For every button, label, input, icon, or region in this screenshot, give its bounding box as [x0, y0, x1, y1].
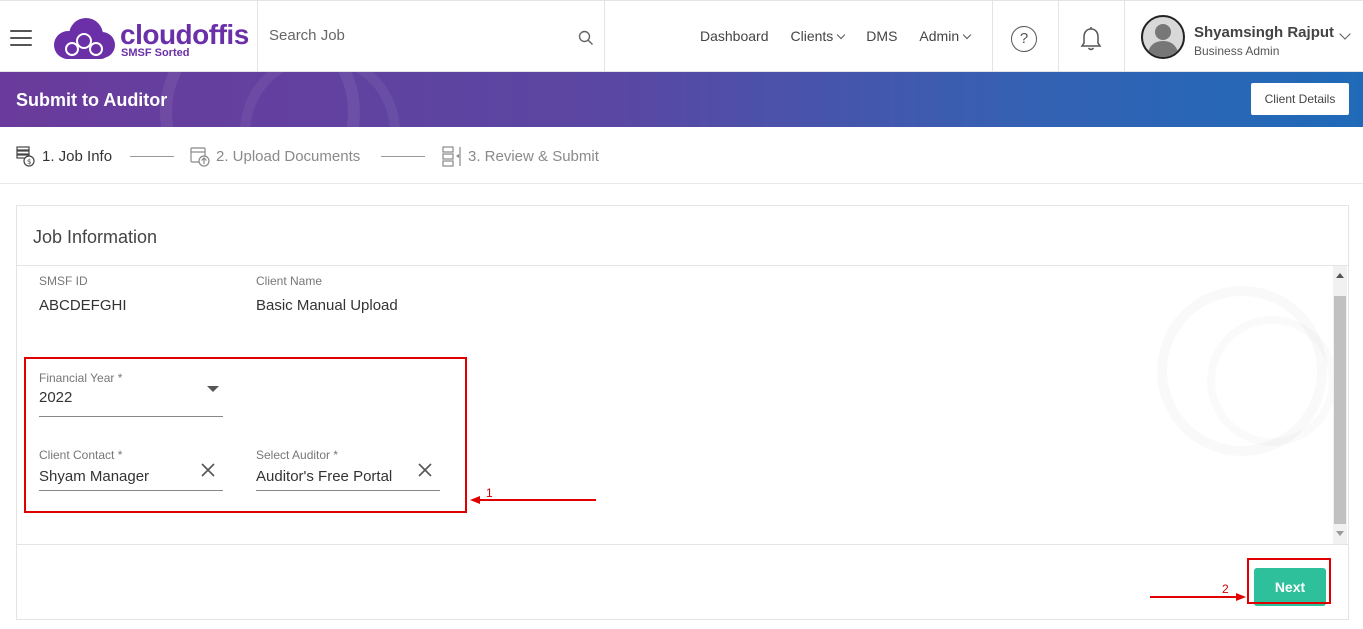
step-label: 1. Job Info [42, 147, 113, 165]
step-label: 2. Upload Documents [216, 147, 361, 165]
logo[interactable]: cloudoffis SMSF Sorted [50, 15, 250, 63]
step-review-submit[interactable]: 3. Review & Submit [442, 145, 599, 167]
page-header-banner: Submit to Auditor Client Details [0, 72, 1363, 127]
cloud-logo-icon [54, 18, 115, 59]
top-navbar: cloudoffis SMSF Sorted Dashboard Clients… [0, 0, 1363, 73]
annotation-box-2 [1247, 558, 1331, 604]
help-icon[interactable]: ? [1011, 26, 1037, 52]
review-list-icon [442, 146, 461, 167]
scrollbar-thumb[interactable] [1334, 296, 1346, 524]
search-box [258, 1, 604, 73]
hamburger-menu-icon[interactable] [10, 30, 32, 46]
chevron-down-icon [962, 30, 972, 39]
client-name-label: Client Name [256, 274, 323, 288]
scroll-down-arrow-icon[interactable] [1336, 531, 1344, 536]
decorative-circle [1207, 316, 1337, 446]
nav-label: Dashboard [700, 28, 769, 44]
card-header: Job Information [17, 206, 1348, 266]
annotation-number-2: 2 [1222, 582, 1229, 596]
stepper: $ 1. Job Info 2. Upload Documents 3. Rev… [0, 127, 1363, 184]
search-input[interactable] [269, 27, 559, 44]
step-job-info[interactable]: $ 1. Job Info [16, 145, 112, 167]
page-title: Submit to Auditor [16, 90, 168, 110]
chevron-down-icon [837, 30, 846, 39]
nav-label: DMS [866, 28, 898, 44]
main-nav: Dashboard Clients DMS Admin [700, 28, 992, 44]
svg-text:$: $ [27, 158, 31, 166]
bell-icon[interactable] [1079, 26, 1103, 52]
step-connector [130, 156, 174, 157]
nav-label: Admin [919, 28, 960, 44]
search-icon[interactable] [578, 30, 594, 46]
card-title: Job Information [33, 227, 158, 247]
client-name-value: Basic Manual Upload [256, 297, 398, 314]
money-stack-icon: $ [16, 146, 35, 167]
nav-clients[interactable]: Clients [790, 28, 846, 44]
card-footer: Next [17, 544, 1348, 620]
avatar[interactable] [1141, 15, 1185, 59]
nav-dashboard[interactable]: Dashboard [700, 28, 769, 44]
nav-dms[interactable]: DMS [866, 28, 897, 44]
user-role: Business Admin [1194, 44, 1280, 58]
nav-admin[interactable]: Admin [919, 28, 972, 44]
upload-server-icon [190, 147, 210, 167]
logo-subtitle: SMSF Sorted [121, 47, 190, 59]
client-details-button[interactable]: Client Details [1251, 83, 1349, 115]
divider [1124, 1, 1125, 73]
divider [604, 1, 605, 73]
scroll-up-arrow-icon[interactable] [1336, 273, 1344, 278]
annotation-arrow-2 [1150, 593, 1246, 601]
step-upload-documents[interactable]: 2. Upload Documents [190, 145, 360, 167]
step-connector [381, 156, 425, 157]
chevron-down-icon[interactable] [1339, 28, 1351, 40]
divider [992, 1, 993, 73]
user-name[interactable]: Shyamsingh Rajput [1194, 24, 1334, 41]
smsf-id-label: SMSF ID [39, 274, 88, 288]
nav-label: Clients [790, 28, 834, 44]
annotation-number-1: 1 [486, 486, 493, 500]
annotation-box-1 [24, 357, 467, 513]
decorative-circle [240, 72, 400, 127]
divider [1058, 1, 1059, 73]
user-silhouette-icon [1147, 24, 1179, 57]
step-label: 3. Review & Submit [468, 147, 599, 165]
smsf-id-value: ABCDEFGHI [39, 297, 127, 314]
